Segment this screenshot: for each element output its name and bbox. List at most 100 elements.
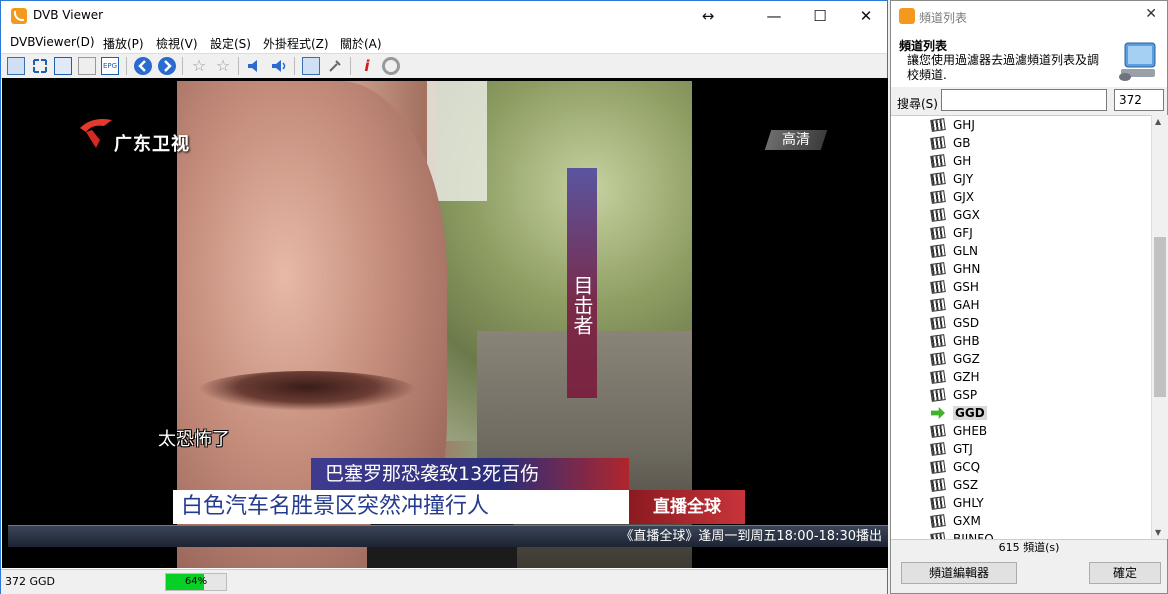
search-input[interactable] [941, 89, 1107, 111]
channel-number-input[interactable]: 372 [1114, 89, 1164, 111]
channel-name: GSP [953, 388, 978, 402]
channel-name: GHEB [953, 424, 988, 438]
channel-name: GSZ [953, 478, 979, 492]
channel-item[interactable]: GJY [930, 170, 1131, 188]
dvb-app-icon [11, 8, 27, 24]
film-icon [930, 136, 946, 150]
dvb-viewer-window: DVB Viewer ↔ — ☐ ✕ DVBViewer(D) 播放(P) 檢視… [0, 0, 888, 594]
channel-item[interactable]: GSH [930, 278, 1131, 296]
channel-item[interactable]: GGX [930, 206, 1131, 224]
headline-top: 巴塞罗那恐袭致13死百伤 [311, 458, 629, 490]
channel-name: GAH [953, 298, 980, 312]
channel-name: GGX [953, 208, 980, 222]
channel-item[interactable]: GHJ [930, 116, 1131, 134]
channel-item[interactable]: GHN [930, 260, 1131, 278]
film-icon [930, 208, 946, 222]
channel-name: GZH [953, 370, 980, 384]
channel-item[interactable]: GHLY [930, 494, 1131, 512]
channel-editor-button[interactable]: 頻道編輯器 [901, 562, 1017, 584]
channel-item[interactable]: GHB [930, 332, 1131, 350]
panel-title-bar[interactable]: 頻道列表 ✕ [891, 1, 1167, 31]
channel-item[interactable]: GLN [930, 242, 1131, 260]
video-subtitle: 太恐怖了 [158, 429, 230, 450]
channel-list-scrollbar[interactable]: ▲ ▼ [1151, 115, 1168, 539]
tools-icon[interactable] [326, 57, 344, 75]
menu-bar: DVBViewer(D) 播放(P) 檢視(V) 設定(S) 外掛程式(Z) 關… [1, 31, 887, 53]
channel-item[interactable]: GXM [930, 512, 1131, 530]
epg-icon[interactable]: EPG [101, 57, 119, 75]
panel-heading: 頻道列表 [899, 39, 948, 53]
menu-about[interactable]: 關於(A) [340, 35, 382, 52]
osd-icon[interactable] [78, 57, 96, 75]
menu-play[interactable]: 播放(P) [103, 35, 144, 52]
video-area[interactable]: 广东卫视 高清 目击者 太恐怖了 巴塞罗那恐袭致13死百伤 白色汽车名胜景区突然… [2, 78, 888, 568]
back-icon[interactable] [134, 57, 152, 75]
search-label: 搜尋(S) [897, 97, 938, 111]
channel-name: GHLY [953, 496, 984, 510]
info-icon[interactable]: i [358, 57, 376, 75]
channel-item[interactable]: GZH [930, 368, 1131, 386]
program-brand: 直播全球 [629, 490, 745, 524]
menu-settings[interactable]: 設定(S) [210, 35, 251, 52]
channel-item[interactable]: GB [930, 134, 1131, 152]
film-icon [930, 496, 946, 510]
film-icon [930, 478, 946, 492]
channel-item[interactable]: GGZ [930, 350, 1131, 368]
close-button[interactable]: ✕ [843, 1, 889, 31]
channel-item[interactable]: GJX [930, 188, 1131, 206]
window-icon[interactable] [7, 57, 25, 75]
film-icon [930, 190, 946, 204]
channel-name: GLN [953, 244, 978, 258]
channel-count: 615 頻道(s) [891, 539, 1167, 556]
film-icon [930, 460, 946, 474]
channel-name: GB [953, 136, 971, 150]
channel-item[interactable]: GH [930, 152, 1131, 170]
fullscreen-icon[interactable] [31, 57, 49, 75]
channel-item[interactable]: GSD [930, 314, 1131, 332]
star-icon[interactable]: ☆ [190, 57, 208, 75]
menu-plugins[interactable]: 外掛程式(Z) [263, 35, 329, 52]
channel-name: GGZ [953, 352, 980, 366]
channel-name: GGD [953, 406, 987, 420]
move-icon[interactable]: ↔ [685, 1, 731, 31]
channel-item[interactable]: GHEB [930, 422, 1131, 440]
tv-icon[interactable] [54, 57, 72, 75]
record-icon[interactable] [382, 57, 400, 75]
current-channel-arrow-icon [931, 407, 945, 419]
channel-logo-icon [80, 119, 112, 148]
panel-close-button[interactable]: ✕ [1145, 6, 1157, 22]
channel-list[interactable]: GHJ GB GH GJY GJX GGX GFJ GLN GHN GSH GAH GSD GHB GGZ… [891, 115, 1151, 540]
channel-name: GXM [953, 514, 981, 528]
volume-down-icon[interactable] [246, 57, 264, 75]
channel-item[interactable]: GSZ [930, 476, 1131, 494]
film-icon [930, 352, 946, 366]
menu-dvbviewer[interactable]: DVBViewer(D) [10, 35, 95, 49]
title-bar[interactable]: DVB Viewer ↔ — ☐ ✕ [1, 1, 887, 31]
channel-name: GHN [953, 262, 981, 276]
scrollbar-thumb[interactable] [1154, 237, 1166, 397]
channel-item[interactable]: GFJ [930, 224, 1131, 242]
channel-item[interactable]: GTJ [930, 440, 1131, 458]
film-icon [930, 442, 946, 456]
channel-item[interactable]: GGD [931, 404, 1131, 422]
forward-icon[interactable] [158, 57, 176, 75]
signal-strength-bar: 64% [165, 573, 227, 591]
menu-view[interactable]: 檢視(V) [156, 35, 198, 52]
channel-item[interactable]: GSP [930, 386, 1131, 404]
star-outline-icon[interactable]: ☆ [214, 57, 232, 75]
maximize-button[interactable]: ☐ [797, 1, 843, 31]
channel-name: GSD [953, 316, 980, 330]
channel-item[interactable]: GCQ [930, 458, 1131, 476]
minimize-button[interactable]: — [751, 1, 797, 31]
channel-item[interactable]: GAH [930, 296, 1131, 314]
film-icon [930, 154, 946, 168]
volume-up-icon[interactable] [270, 57, 288, 75]
channel-name: GHJ [953, 118, 975, 132]
channel-logo-text: 广东卫视 [114, 134, 190, 155]
ok-button[interactable]: 確定 [1089, 562, 1161, 584]
film-icon [930, 262, 946, 276]
panel-title: 頻道列表 [919, 11, 968, 25]
panel-app-icon [899, 8, 915, 24]
copy-icon[interactable] [302, 57, 320, 75]
film-icon [930, 514, 946, 528]
